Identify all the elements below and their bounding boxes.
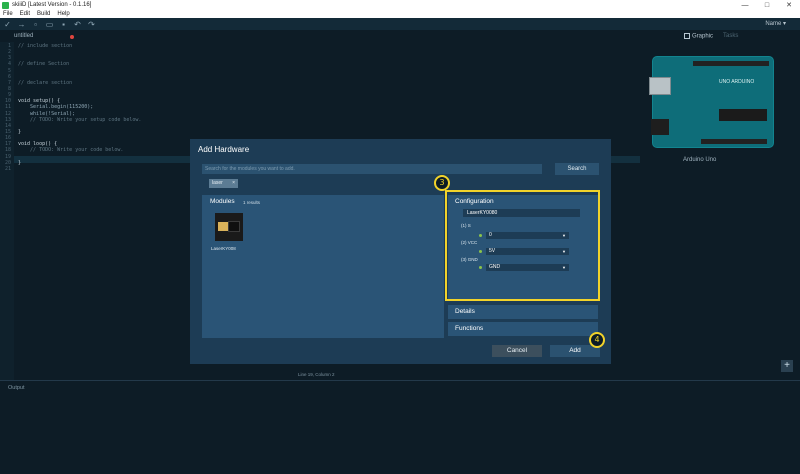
redo-icon[interactable]: ↷ — [87, 20, 96, 29]
check-icon[interactable]: ✓ — [3, 20, 12, 29]
title-bar: skiiiD [Latest Version - 0.1.16] — □ ✕ — [0, 0, 800, 10]
code-text: } — [18, 128, 22, 135]
menu-file[interactable]: File — [3, 11, 13, 17]
module-name: LaserKY008 — [211, 246, 236, 251]
search-button[interactable]: Search — [555, 163, 599, 175]
code-text: // declare section — [18, 79, 73, 86]
remove-tag-icon[interactable]: × — [232, 179, 235, 188]
board-logo: UNO ARDUINO — [719, 79, 755, 85]
cursor-status: Line 19, Column 2 — [298, 372, 335, 377]
configuration-highlight-box — [445, 190, 600, 301]
menu-help[interactable]: Help — [57, 11, 69, 17]
menu-edit[interactable]: Edit — [20, 11, 30, 17]
cancel-button[interactable]: Cancel — [492, 345, 542, 357]
modules-count: 1 results — [243, 200, 261, 205]
code-text: // include section — [18, 43, 73, 49]
app-icon — [2, 1, 9, 9]
tab-tasks[interactable]: Tasks — [723, 33, 738, 40]
menu-bar: File Edit Build Help — [0, 10, 800, 18]
functions-section[interactable]: Functions — [448, 322, 598, 336]
new-file-icon[interactable]: ▫ — [31, 20, 40, 29]
board-label: Arduino Uno — [683, 157, 717, 163]
grid-icon — [684, 33, 690, 39]
laser-module-image — [215, 213, 243, 241]
details-section[interactable]: Details — [448, 305, 598, 319]
code-text: // define Section — [18, 61, 70, 68]
tab-graphic[interactable]: Graphic — [684, 33, 713, 40]
upload-icon[interactable]: → — [17, 20, 26, 29]
editor-tab[interactable]: untitled — [14, 33, 33, 39]
output-label: Output — [8, 385, 25, 391]
right-panel-tabs: Graphic Tasks — [684, 33, 738, 40]
modules-title: Modules — [210, 198, 235, 205]
undo-icon[interactable]: ↶ — [73, 20, 82, 29]
close-button[interactable]: ✕ — [778, 1, 800, 9]
code-text: // TODO: Write your setup code below. — [18, 116, 142, 123]
step-4-badge: 4 — [589, 332, 605, 348]
code-text: } — [18, 159, 22, 166]
search-tag[interactable]: laser × — [209, 179, 238, 188]
menu-build[interactable]: Build — [37, 11, 50, 17]
save-icon[interactable]: ▪ — [59, 20, 68, 29]
module-card[interactable]: LaserKY008 — [211, 211, 247, 255]
modules-panel: Modules 1 results LaserKY008 — [202, 195, 444, 338]
step-3-badge: 3 — [434, 175, 450, 191]
line-number: 21 — [4, 165, 11, 172]
unsaved-dot-icon — [70, 35, 74, 39]
minimize-button[interactable]: — — [734, 2, 756, 9]
output-divider[interactable] — [0, 380, 800, 381]
toolbar: ✓ → ▫ ▭ ▪ ↶ ↷ Name ▾ — [0, 18, 800, 30]
code-text: // TODO: Write your code below. — [18, 147, 124, 154]
open-folder-icon[interactable]: ▭ — [45, 20, 54, 29]
dialog-title: Add Hardware — [198, 145, 250, 154]
add-plus-button[interactable]: + — [781, 360, 793, 372]
name-dropdown[interactable]: Name ▾ — [765, 20, 786, 27]
arduino-board-image[interactable]: UNO ARDUINO — [649, 56, 774, 148]
window-title: skiiiD [Latest Version - 0.1.16] — [12, 2, 92, 8]
module-search-input[interactable] — [202, 164, 542, 174]
maximize-button[interactable]: □ — [756, 2, 778, 9]
